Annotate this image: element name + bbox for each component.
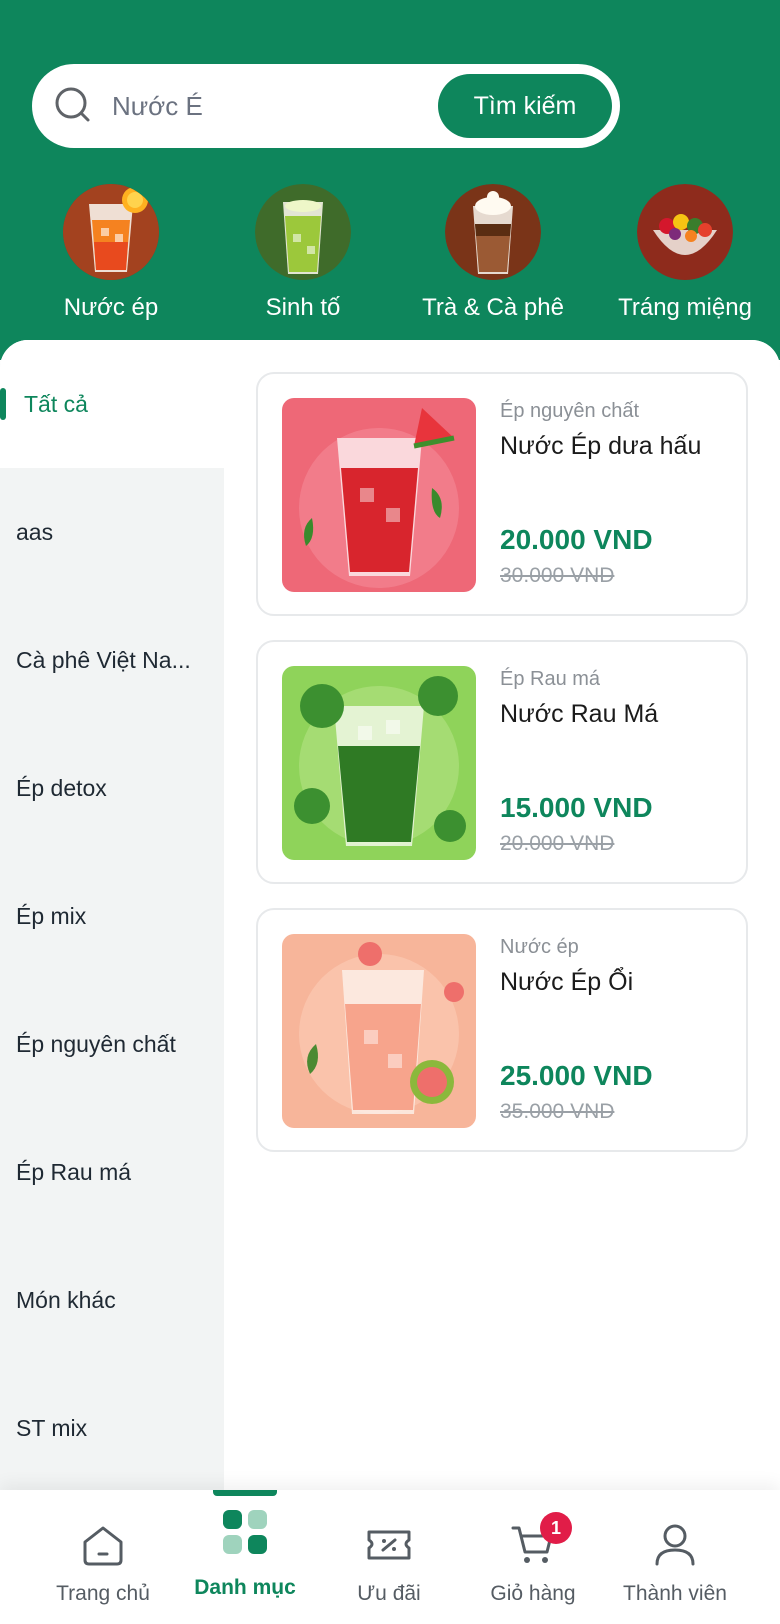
product-list: Ép nguyên chất Nước Ép dưa hấu 20.000 VN… — [224, 340, 780, 1490]
category-label: Trà & Cà phê — [422, 294, 564, 321]
content-area: Tất cả aas Cà phê Việt Na... Ép detox Ép… — [0, 340, 780, 1490]
bottom-nav: Trang chủ Danh mục Ưu đãi 1 Giỏ hàng Thà… — [0, 1490, 780, 1624]
sidebar-item-label: aas — [16, 518, 54, 545]
product-category: Ép nguyên chất — [500, 400, 639, 422]
category-trang-mieng[interactable]: Tráng miệng — [590, 180, 780, 322]
user-icon — [655, 1524, 695, 1566]
nav-cart[interactable]: 1 Giỏ hàng — [458, 1490, 608, 1624]
sidebar-item-label: Tất cả — [24, 390, 88, 417]
product-price: 25.000 VND — [500, 1060, 653, 1091]
product-category: Nước ép — [500, 936, 579, 958]
product-old-price: 20.000 VND — [500, 832, 615, 855]
nav-label: Thành viên — [623, 1582, 727, 1605]
coffee-drink-image — [445, 184, 541, 280]
product-name: Nước Ép Ổi — [500, 968, 634, 996]
product-price: 15.000 VND — [500, 792, 653, 823]
sidebar-item-label: ST mix — [16, 1414, 88, 1441]
green-smoothie-image — [255, 184, 351, 280]
product-name: Nước Rau Má — [500, 700, 659, 728]
guava-juice-image — [282, 934, 476, 1128]
nav-label: Giỏ hàng — [490, 1582, 576, 1605]
sidebar-item-label: Ép nguyên chất — [16, 1030, 176, 1057]
fruit-bowl-image — [637, 184, 733, 280]
search-button[interactable]: Tìm kiếm — [438, 74, 612, 138]
sidebar-item-ep-rau-ma[interactable]: Ép Rau má — [0, 1108, 224, 1236]
sidebar-item-all[interactable]: Tất cả — [0, 340, 224, 468]
nav-categories[interactable]: Danh mục — [170, 1490, 320, 1624]
category-tra-ca-phe[interactable]: Trà & Cà phê — [398, 180, 588, 322]
product-category: Ép Rau má — [500, 668, 601, 690]
ticket-icon — [367, 1530, 411, 1560]
home-icon — [83, 1526, 123, 1566]
sidebar-item-label: Ép Rau má — [16, 1158, 132, 1185]
product-name: Nước Ép dưa hấu — [500, 432, 702, 460]
sidebar-item-label: Ép mix — [16, 902, 87, 929]
nav-home[interactable]: Trang chủ — [28, 1490, 178, 1624]
orange-juice-image — [63, 184, 159, 280]
sidebar-item-st-mix[interactable]: ST mix — [0, 1364, 224, 1490]
product-card[interactable]: Ép nguyên chất Nước Ép dưa hấu 20.000 VN… — [256, 372, 748, 616]
nav-member[interactable]: Thành viên — [600, 1490, 750, 1624]
product-card[interactable]: Ép Rau má Nước Rau Má 15.000 VND 20.000 … — [256, 640, 748, 884]
product-price: 20.000 VND — [500, 524, 653, 555]
sidebar-item-mon-khac[interactable]: Món khác — [0, 1236, 224, 1364]
sidebar-item-label: Món khác — [16, 1286, 116, 1313]
product-old-price: 30.000 VND — [500, 564, 615, 587]
sidebar-item-ep-nguyen-chat[interactable]: Ép nguyên chất — [0, 980, 224, 1108]
sidebar-item-ep-detox[interactable]: Ép detox — [0, 724, 224, 852]
pennywort-juice-image — [282, 666, 476, 860]
nav-label: Ưu đãi — [357, 1582, 421, 1605]
product-card[interactable]: Nước ép Nước Ép Ổi 25.000 VND 35.000 VND — [256, 908, 748, 1152]
sidebar-item-label: Ép detox — [16, 774, 107, 801]
sidebar-item-aas[interactable]: aas — [0, 468, 224, 596]
grid-icon — [223, 1510, 267, 1554]
product-old-price: 35.000 VND — [500, 1100, 615, 1123]
header: Tìm kiếm Nước ép — [0, 0, 780, 360]
nav-label: Trang chủ — [56, 1582, 150, 1605]
category-label: Nước ép — [63, 294, 159, 321]
nav-label: Danh mục — [194, 1576, 296, 1599]
category-strip: Nước ép Sinh tố Trà & Cà phê Tráng miệng — [0, 180, 780, 322]
search-bar: Tìm kiếm — [32, 64, 620, 148]
category-nuoc-ep[interactable]: Nước ép — [16, 180, 206, 322]
category-sidebar: Tất cả aas Cà phê Việt Na... Ép detox Ép… — [0, 340, 224, 1490]
sidebar-item-label: Cà phê Việt Na... — [16, 646, 191, 673]
search-icon — [55, 87, 90, 122]
category-sinh-to[interactable]: Sinh tố — [208, 180, 398, 322]
nav-offers[interactable]: Ưu đãi — [314, 1490, 464, 1624]
sidebar-item-ep-mix[interactable]: Ép mix — [0, 852, 224, 980]
category-label: Tráng miệng — [618, 294, 752, 321]
category-label: Sinh tố — [265, 294, 341, 321]
search-input[interactable] — [112, 84, 432, 128]
sidebar-item-ca-phe-viet-nam[interactable]: Cà phê Việt Na... — [0, 596, 224, 724]
cart-count-badge: 1 — [540, 1512, 572, 1544]
watermelon-juice-image — [282, 398, 476, 592]
